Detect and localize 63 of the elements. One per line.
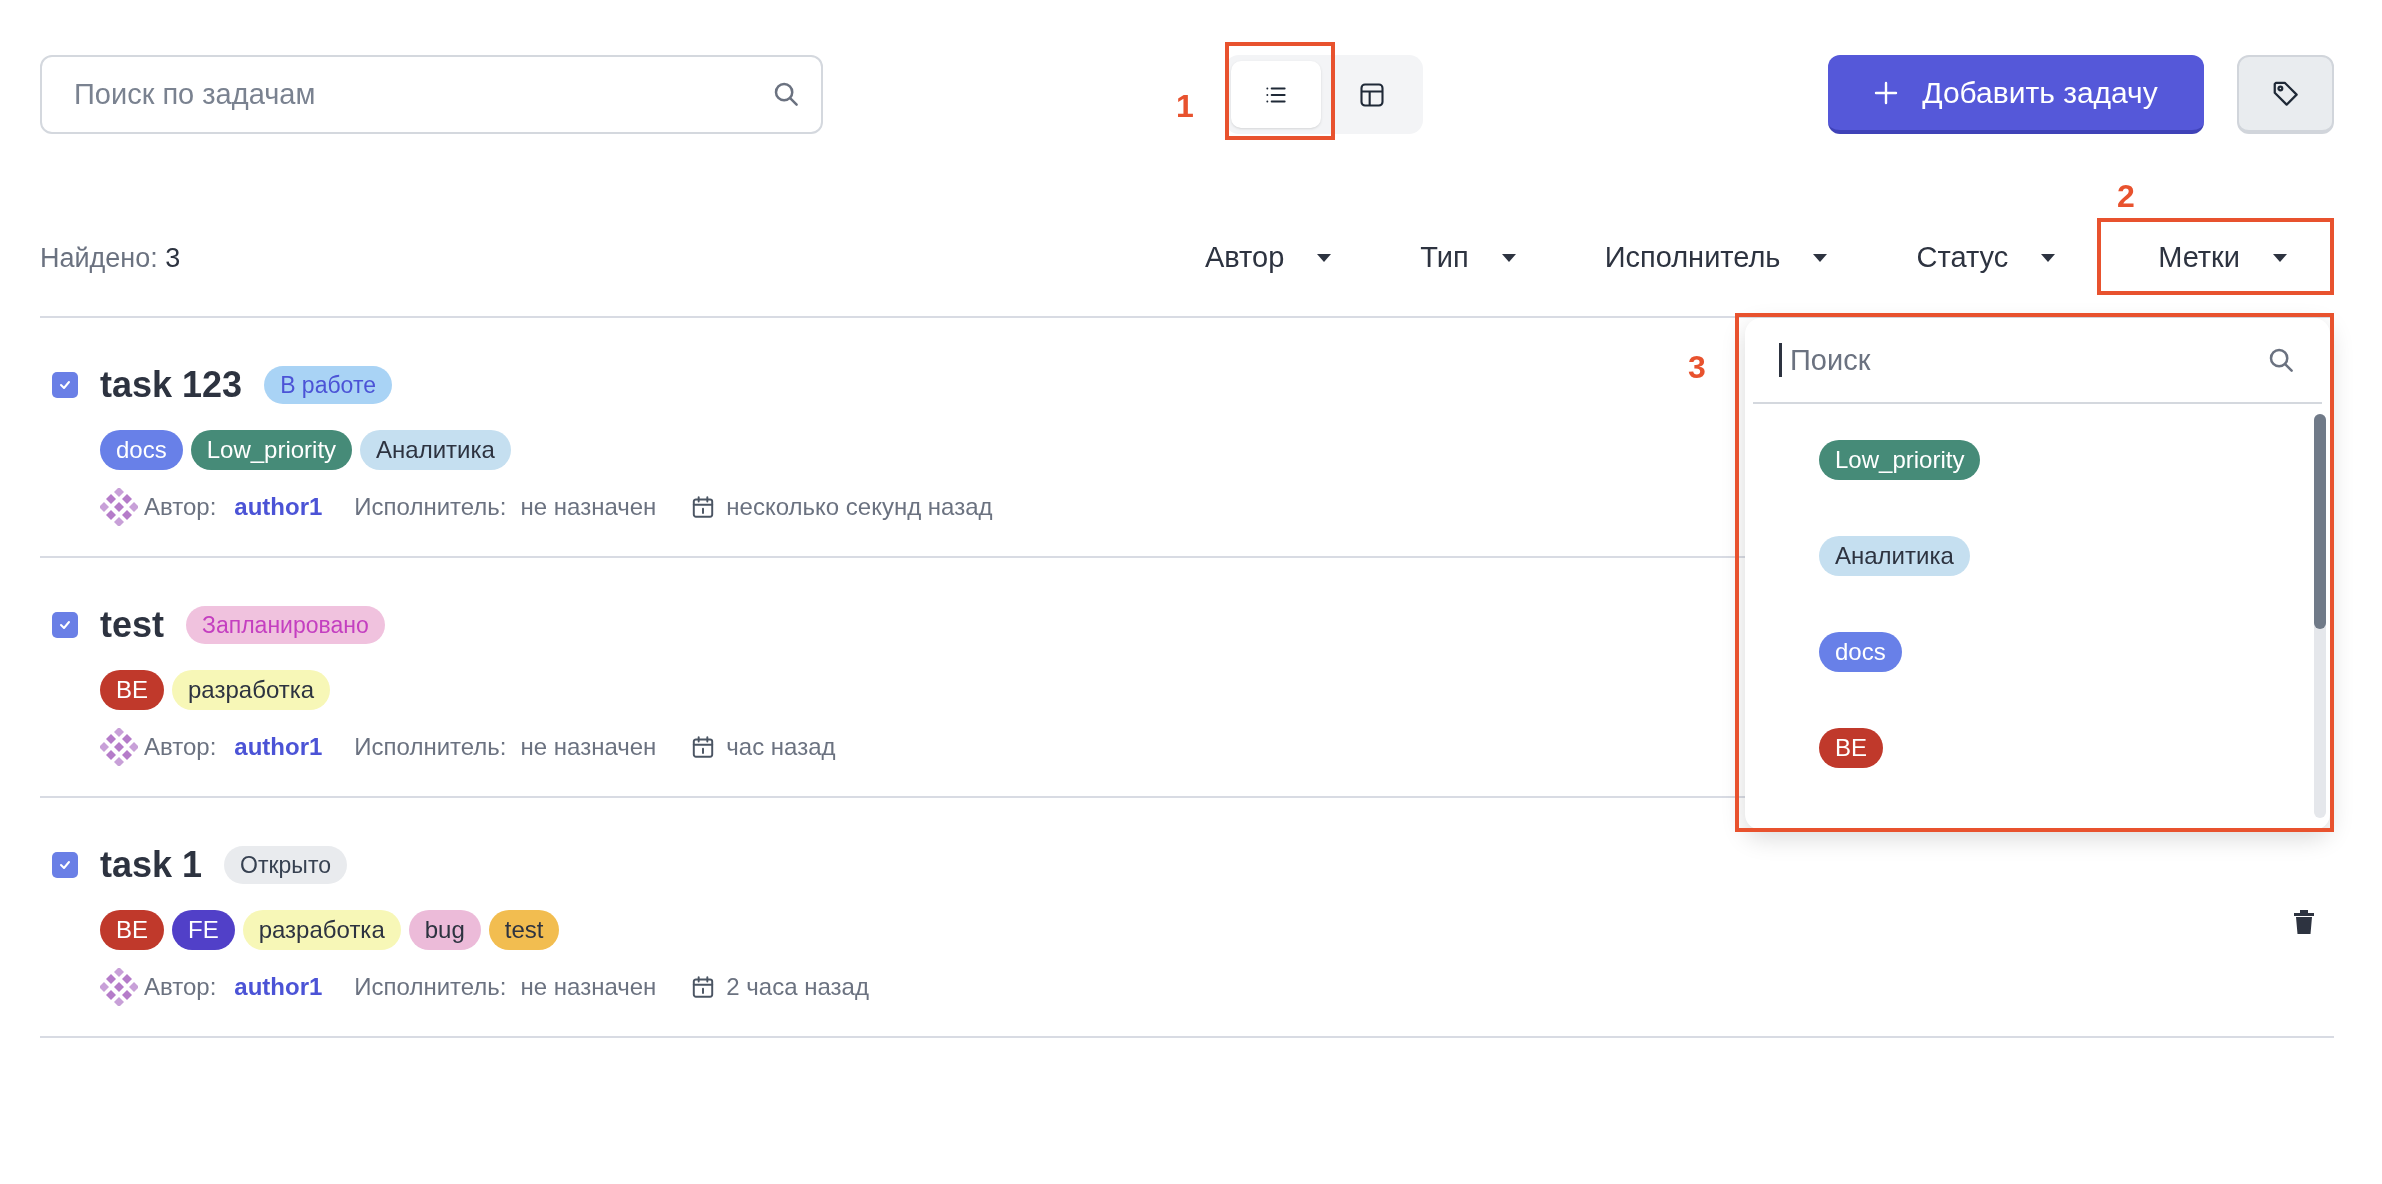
dropdown-search-field[interactable]: Поиск <box>1790 335 2258 385</box>
trash-icon[interactable] <box>2292 908 2316 936</box>
status-badge: В работе <box>264 366 392 404</box>
annotation-number: 2 <box>2117 177 2135 216</box>
time-ago: час назад <box>726 732 836 762</box>
pattern-avatar-icon <box>100 968 138 1006</box>
checkmark-icon <box>58 378 72 392</box>
author-label: Автор: <box>144 732 217 762</box>
tag-chip: Low_priority <box>190 430 353 470</box>
time-ago: 2 часа назад <box>726 972 869 1002</box>
author-link[interactable]: author1 <box>234 969 323 1005</box>
annotation-number: 1 <box>1176 87 1194 126</box>
tag-chip[interactable]: Low_priority <box>1819 440 1981 480</box>
checkmark-icon <box>58 858 72 872</box>
assignee-value: не назначен <box>520 732 657 762</box>
view-toggle-button[interactable] <box>1231 61 1321 128</box>
assignee-label: Исполнитель: <box>354 972 507 1002</box>
pattern-avatar-icon <box>100 728 138 766</box>
checkbox[interactable] <box>52 852 78 878</box>
assignee-value: не назначен <box>520 972 657 1002</box>
annotation-number: 3 <box>1688 348 1706 387</box>
tag-chip: test <box>488 910 560 950</box>
tag-chip: разработка <box>172 670 331 710</box>
status-badge: Запланировано <box>186 606 385 644</box>
filter-dropdown[interactable]: Метки <box>2158 236 2290 280</box>
tag-chip: BE <box>100 910 164 950</box>
filter-dropdown[interactable]: Статус <box>1916 236 2059 280</box>
filter-dropdown[interactable]: Исполнитель <box>1604 236 1831 280</box>
author-link[interactable]: author1 <box>234 489 323 525</box>
task-title[interactable]: test <box>100 598 165 652</box>
tag-chip: FE <box>172 910 235 950</box>
assignee-value: не назначен <box>520 492 657 522</box>
checkbox[interactable] <box>52 612 78 638</box>
plus-icon <box>1874 80 1899 105</box>
author-label: Автор: <box>144 492 217 522</box>
tag-chip: Аналитика <box>360 430 511 470</box>
caret-icon <box>2270 252 2290 264</box>
filter-dropdown[interactable]: Автор <box>1205 236 1335 280</box>
task-title[interactable]: task 1 <box>100 838 203 892</box>
time-ago: несколько секунд назад <box>726 492 993 522</box>
author-link[interactable]: author1 <box>234 729 323 765</box>
results-count: Найдено: 3 <box>40 241 181 275</box>
task-title[interactable]: task 123 <box>100 358 243 412</box>
author-label: Автор: <box>144 972 217 1002</box>
assignee-label: Исполнитель: <box>354 732 507 762</box>
tag-chip[interactable]: BE <box>1819 728 1883 768</box>
tags-button[interactable] <box>2237 55 2334 134</box>
pattern-avatar-icon <box>100 488 138 526</box>
tag-chip: BE <box>100 670 164 710</box>
status-badge: Открыто <box>224 846 347 884</box>
tag-chip: docs <box>100 430 183 470</box>
grid-icon <box>1358 80 1386 109</box>
checkmark-icon <box>58 618 72 632</box>
scrollbar[interactable] <box>2314 414 2326 818</box>
checkbox[interactable] <box>52 372 78 398</box>
search-field[interactable]: Поиск по задачам <box>40 55 823 134</box>
tag-chip[interactable]: Аналитика <box>1819 536 1970 576</box>
filter-dropdown[interactable]: Тип <box>1420 236 1519 280</box>
tag-chip: bug <box>408 910 481 950</box>
assignee-label: Исполнитель: <box>354 492 507 522</box>
tag-chip: разработка <box>242 910 401 950</box>
tag-chip[interactable]: docs <box>1819 632 1902 672</box>
add-task-button[interactable]: Добавить задачу <box>1828 55 2204 134</box>
